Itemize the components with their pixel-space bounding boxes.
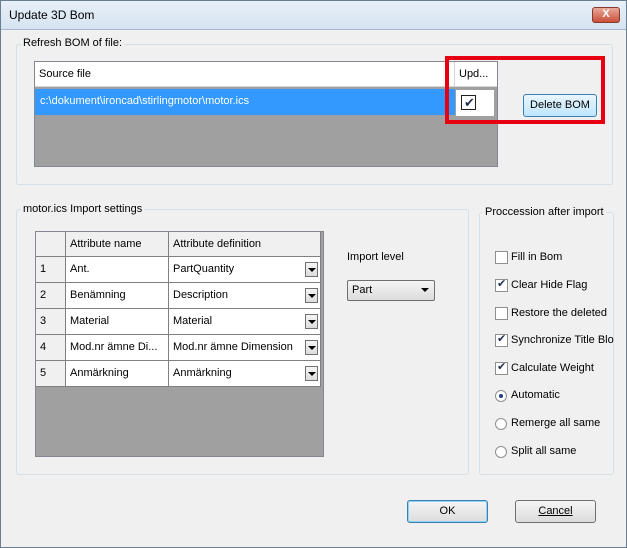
attribute-definition-value: Description (173, 289, 229, 301)
attribute-name-cell[interactable]: Ant. (66, 257, 169, 283)
cancel-label: Cancel (538, 505, 573, 517)
row-number: 5 (36, 361, 66, 387)
fill-in-bom-label: Fill in Bom (511, 251, 563, 263)
calculate-weight-label: Calculate Weight (511, 362, 594, 374)
clear-hide-flag-label: Clear Hide Flag (511, 279, 588, 291)
restore-deleted-checkbox[interactable] (495, 307, 508, 320)
column-source-file[interactable]: Source file (35, 62, 455, 86)
attribute-definition-combo[interactable]: Anmärkning (169, 361, 321, 387)
restore-deleted-label: Restore the deleted (511, 307, 608, 319)
import-level-select[interactable]: Part (347, 280, 435, 301)
import-level-label: Import level (347, 251, 404, 263)
attribute-definition-combo[interactable]: Mod.nr ämne Dimension (169, 335, 321, 361)
title-bar: Update 3D Bom X (1, 1, 626, 30)
chevron-down-icon[interactable] (305, 288, 318, 303)
row-number: 4 (36, 335, 66, 361)
synchronize-title-checkbox[interactable]: ✔ (495, 333, 508, 347)
column-attribute-definition: Attribute definition (169, 232, 321, 257)
automatic-label: Automatic (511, 389, 560, 401)
check-icon: ✔ (497, 333, 507, 345)
chevron-down-icon[interactable] (305, 340, 318, 355)
close-button[interactable]: X (592, 7, 620, 23)
close-icon: X (602, 8, 610, 20)
import-level-value: Part (352, 284, 373, 296)
attribute-definition-value: PartQuantity (173, 263, 235, 275)
window-title: Update 3D Bom (9, 8, 95, 22)
fill-in-bom-checkbox[interactable] (495, 251, 508, 264)
attribute-definition-combo[interactable]: Material (169, 309, 321, 335)
list-item[interactable]: c:\dokument\ironcad\stirlingmotor\motor.… (35, 89, 455, 115)
highlight-annotation (445, 56, 605, 124)
row-number: 3 (36, 309, 66, 335)
procession-group-label: Proccession after import (483, 206, 606, 218)
remerge-all-same-label: Remerge all same (511, 417, 601, 429)
attribute-definition-value: Anmärkning (173, 367, 232, 379)
automatic-radio[interactable] (495, 390, 507, 402)
clear-hide-flag-checkbox[interactable]: ✔ (495, 278, 508, 292)
attribute-name-cell[interactable]: Material (66, 309, 169, 335)
split-all-same-label: Split all same (511, 445, 577, 457)
source-file-path: c:\dokument\ironcad\stirlingmotor\motor.… (40, 95, 250, 107)
row-number: 2 (36, 283, 66, 309)
remerge-all-same-radio[interactable] (495, 418, 507, 430)
ok-button[interactable]: OK (407, 500, 488, 523)
update-3d-bom-dialog: Update 3D Bom X Refresh BOM of file: Sou… (0, 0, 627, 548)
chevron-down-icon (421, 288, 429, 292)
ok-label: OK (439, 505, 456, 517)
synchronize-title-label: Synchronize Title Blo (511, 334, 614, 346)
row-number: 1 (36, 257, 66, 283)
cancel-button[interactable]: Cancel (515, 500, 596, 523)
import-settings-group-label: motor.ics Import settings (21, 203, 145, 215)
list-header: Source file Upd... (35, 62, 497, 87)
source-file-list[interactable]: Source file Upd... c:\dokument\ironcad\s… (34, 61, 498, 167)
calculate-weight-checkbox[interactable]: ✔ (495, 361, 508, 375)
attribute-definition-value: Mod.nr ämne Dimension (173, 341, 293, 353)
attribute-grid[interactable]: Attribute name Attribute definition 1 An… (35, 231, 324, 457)
check-icon: ✔ (497, 361, 507, 373)
check-icon: ✔ (497, 278, 507, 290)
grid-corner (36, 232, 66, 257)
refresh-bom-group-label: Refresh BOM of file: (21, 37, 125, 49)
chevron-down-icon[interactable] (305, 314, 318, 329)
attribute-definition-combo[interactable]: Description (169, 283, 321, 309)
split-all-same-radio[interactable] (495, 446, 507, 458)
attribute-name-cell[interactable]: Benämning (66, 283, 169, 309)
column-attribute-name: Attribute name (66, 232, 169, 257)
attribute-definition-value: Material (173, 315, 213, 327)
chevron-down-icon[interactable] (305, 262, 318, 277)
attribute-name-cell[interactable]: Mod.nr ämne Di... (66, 335, 169, 361)
chevron-down-icon[interactable] (305, 366, 318, 381)
attribute-name-cell[interactable]: Anmärkning (66, 361, 169, 387)
attribute-definition-combo[interactable]: PartQuantity (169, 257, 321, 283)
